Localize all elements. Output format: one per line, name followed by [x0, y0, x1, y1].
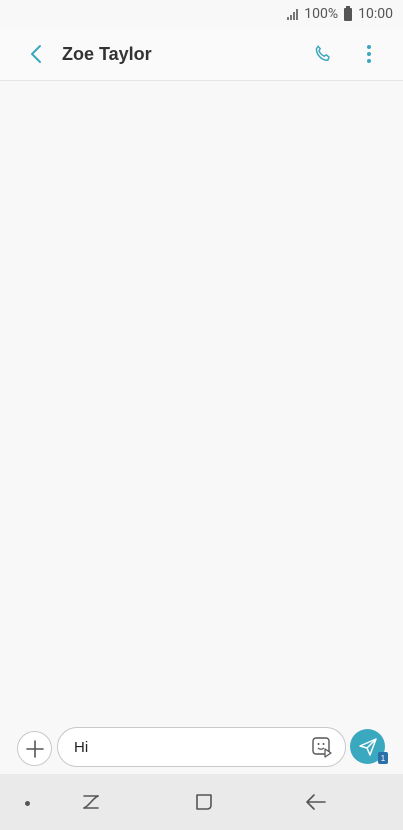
- sim-badge: 1: [378, 752, 388, 764]
- conversation-header: Zoe Taylor: [0, 28, 403, 81]
- nav-back-icon: [306, 794, 326, 810]
- add-icon: [25, 739, 44, 758]
- home-button[interactable]: [189, 789, 219, 815]
- recent-apps-icon: [83, 795, 99, 809]
- contact-name: Zoe Taylor: [62, 43, 152, 64]
- sticker-button[interactable]: [309, 734, 335, 760]
- more-vert-icon: [367, 45, 371, 63]
- battery-percent: 100%: [304, 6, 339, 22]
- attach-button[interactable]: [17, 731, 52, 766]
- clock: 10:00: [358, 6, 393, 22]
- status-bar: 100% 10:00: [0, 0, 403, 28]
- message-input-text: Hi: [74, 738, 89, 756]
- back-button[interactable]: [14, 32, 58, 76]
- back-arrow-icon: [31, 45, 41, 63]
- system-back-button[interactable]: [301, 789, 331, 815]
- signal-icon: [287, 8, 299, 20]
- more-options-button[interactable]: [349, 34, 389, 74]
- recent-apps-button[interactable]: [76, 789, 106, 815]
- message-list[interactable]: [0, 81, 403, 726]
- phone-icon: [315, 45, 330, 62]
- battery-icon: [344, 5, 353, 21]
- home-icon: [196, 794, 212, 810]
- nav-indicator-dot: [25, 801, 30, 806]
- send-icon: [358, 737, 377, 756]
- call-button[interactable]: [303, 34, 343, 74]
- message-input[interactable]: Hi: [57, 727, 346, 767]
- message-composer: Hi 1: [0, 719, 403, 774]
- navigation-bar: [0, 774, 403, 830]
- sticker-icon: [312, 737, 332, 758]
